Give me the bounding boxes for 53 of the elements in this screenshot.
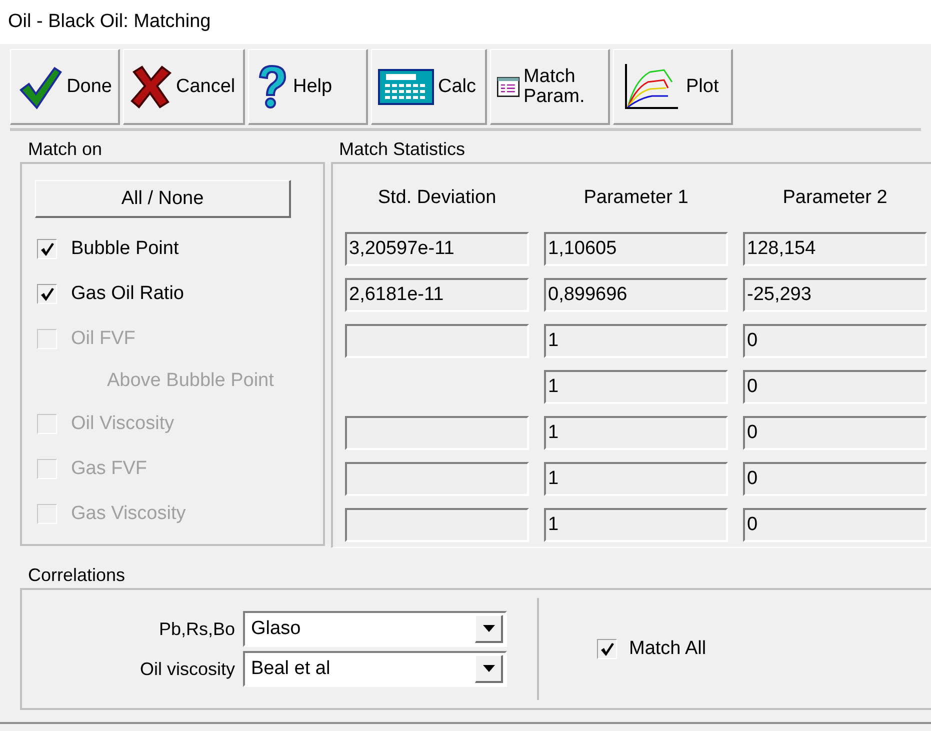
- group-title: Match Statistics: [338, 138, 466, 161]
- group-title: Match on: [27, 138, 104, 161]
- column-header: Parameter 1: [582, 186, 690, 210]
- parameter-field[interactable]: 0: [743, 324, 927, 358]
- std-deviation-field[interactable]: [345, 324, 529, 358]
- window-title: Oil - Black Oil: Matching: [0, 0, 931, 44]
- checkbox-label: Gas Oil Ratio: [71, 282, 184, 304]
- toolbar-button[interactable]: Match Param.: [490, 49, 610, 125]
- parameter-field[interactable]: 128,154: [743, 232, 927, 266]
- std-deviation-field[interactable]: [345, 508, 529, 542]
- std-deviation-field[interactable]: 3,20597e-11: [345, 232, 529, 266]
- column-header: Parameter 2: [782, 186, 888, 210]
- checkbox-label: Bubble Point: [71, 238, 179, 260]
- calculator-icon: [378, 68, 434, 104]
- checkbox[interactable]: [37, 284, 57, 304]
- parameter-field[interactable]: 0: [743, 416, 927, 450]
- parameter-field[interactable]: 1: [544, 508, 728, 542]
- toolbar-button[interactable]: Calc: [371, 49, 487, 125]
- checkbox-label: Gas FVF: [71, 458, 148, 480]
- checkbox[interactable]: [37, 238, 57, 258]
- checkbox-label: Oil FVF: [71, 328, 136, 350]
- toolbar-button[interactable]: Help: [248, 49, 368, 125]
- parameter-field[interactable]: 0: [743, 462, 927, 496]
- parameter-field[interactable]: 1,10605: [544, 232, 728, 266]
- checkbox-label: Gas Viscosity: [71, 502, 186, 524]
- group-title: Correlations: [27, 564, 126, 587]
- dropdown[interactable]: Beal et al: [243, 651, 507, 687]
- parameter-field[interactable]: 1: [544, 416, 728, 450]
- parameter-field[interactable]: 1: [544, 462, 728, 496]
- checkbox-label: Oil Viscosity: [71, 412, 174, 434]
- parameter-field[interactable]: 0: [743, 508, 927, 542]
- dropdown[interactable]: Glaso: [243, 611, 507, 647]
- all-none-button[interactable]: All / None: [35, 180, 291, 218]
- cross-icon: [130, 64, 172, 110]
- checkbox[interactable]: [597, 639, 617, 659]
- toolbar-button[interactable]: Plot: [613, 49, 733, 125]
- parameter-field[interactable]: 1: [544, 370, 728, 404]
- checkbox-label: Match All: [629, 638, 706, 660]
- std-deviation-field[interactable]: [345, 462, 529, 496]
- dropdown-arrow-icon: [482, 665, 494, 672]
- dropdown-arrow-icon: [482, 625, 494, 632]
- parameter-field[interactable]: 0,899696: [544, 278, 728, 312]
- column-header: Std. Deviation: [376, 186, 498, 210]
- std-deviation-field[interactable]: [345, 416, 529, 450]
- parameter-field[interactable]: 0: [743, 370, 927, 404]
- parameter-field[interactable]: -25,293: [743, 278, 927, 312]
- field-label: Pb,Rs,Bo: [158, 618, 235, 640]
- field-label: Oil viscosity: [140, 658, 235, 680]
- toolbar-button[interactable]: Cancel: [123, 49, 245, 125]
- sub-label: Above Bubble Point: [107, 370, 274, 392]
- std-deviation-field[interactable]: 2,6181e-11: [345, 278, 529, 312]
- toolbar-button[interactable]: Done: [10, 49, 120, 125]
- parameter-field[interactable]: 1: [544, 324, 728, 358]
